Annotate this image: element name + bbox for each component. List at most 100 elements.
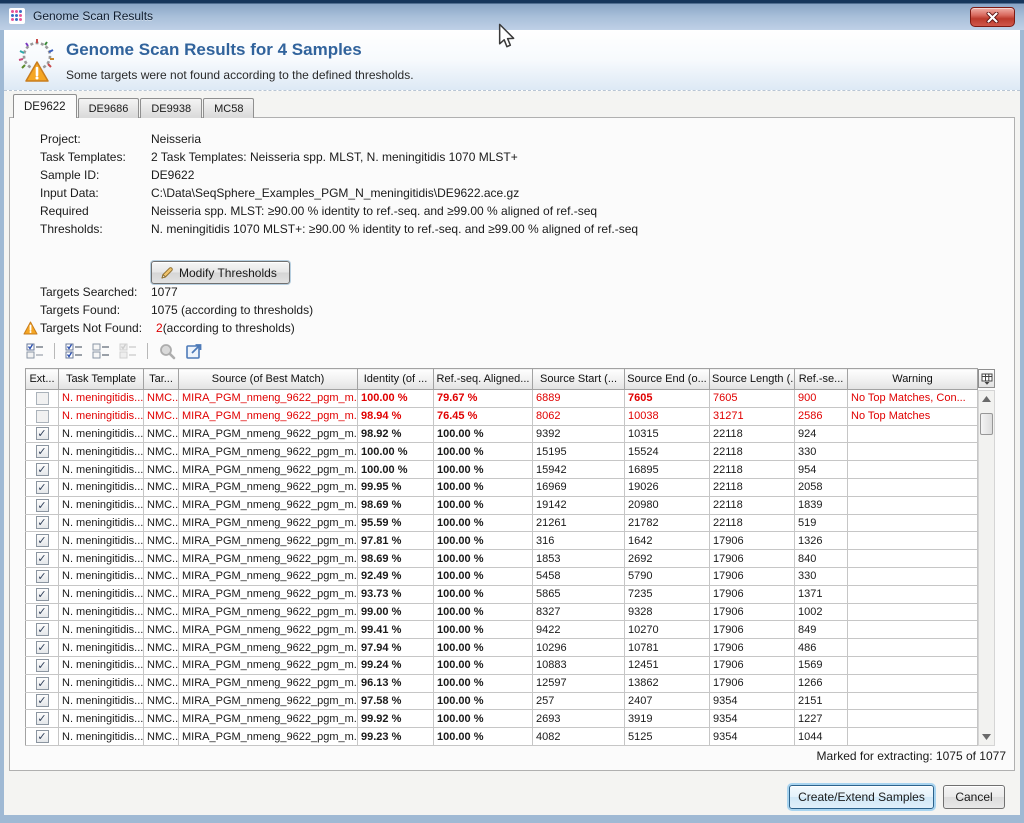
cell-identity: 100.00 % xyxy=(358,390,434,408)
cell-length: 22118 xyxy=(710,443,795,461)
col-header-target[interactable]: Tar... xyxy=(144,369,179,390)
table-row[interactable]: ✓N. meningitidis...NMC...MIRA_PGM_nmeng_… xyxy=(26,425,978,443)
table-row[interactable]: N. meningitidis...NMC...MIRA_PGM_nmeng_9… xyxy=(26,390,978,408)
extract-checkbox-checked[interactable]: ✓ xyxy=(36,677,49,690)
field-label: Project: xyxy=(40,130,151,148)
extract-checkbox-checked[interactable]: ✓ xyxy=(36,534,49,547)
warning-triangle-icon xyxy=(23,321,38,335)
col-header-source-start[interactable]: Source Start (... xyxy=(533,369,625,390)
table-row[interactable]: ✓N. meningitidis...NMC...MIRA_PGM_nmeng_… xyxy=(26,461,978,479)
table-row[interactable]: ✓N. meningitidis...NMC...MIRA_PGM_nmeng_… xyxy=(26,478,978,496)
table-row[interactable]: ✓N. meningitidis...NMC...MIRA_PGM_nmeng_… xyxy=(26,532,978,550)
page-subtitle: Some targets were not found according to… xyxy=(66,68,414,82)
cell-aligned: 100.00 % xyxy=(434,496,533,514)
extract-checkbox-checked[interactable]: ✓ xyxy=(36,623,49,636)
table-header-row: Ext... Task Template Tar... Source (of B… xyxy=(26,369,978,390)
cell-aligned: 100.00 % xyxy=(434,478,533,496)
cell-identity: 99.92 % xyxy=(358,710,434,728)
extract-checkbox-checked[interactable]: ✓ xyxy=(36,659,49,672)
field-label: Required Thresholds: xyxy=(40,202,151,220)
extract-checkbox-checked[interactable]: ✓ xyxy=(36,463,49,476)
col-header-identity[interactable]: Identity (of ... xyxy=(358,369,434,390)
extract-checkbox-checked[interactable]: ✓ xyxy=(36,694,49,707)
cell-source: MIRA_PGM_nmeng_9622_pgm_m... xyxy=(179,550,358,568)
extract-checkbox-checked[interactable]: ✓ xyxy=(36,445,49,458)
table-row[interactable]: ✓N. meningitidis...NMC...MIRA_PGM_nmeng_… xyxy=(26,496,978,514)
vertical-scrollbar[interactable] xyxy=(978,390,995,746)
col-header-task-template[interactable]: Task Template xyxy=(59,369,144,390)
extract-checkbox-checked[interactable]: ✓ xyxy=(36,481,49,494)
title-bar[interactable]: Genome Scan Results xyxy=(0,0,1024,30)
extract-checkbox-checked[interactable]: ✓ xyxy=(36,712,49,725)
extract-checkbox-checked[interactable]: ✓ xyxy=(36,570,49,583)
extract-checkbox-checked[interactable]: ✓ xyxy=(36,516,49,529)
column-config-button[interactable] xyxy=(978,369,995,388)
cell-warning xyxy=(848,425,978,443)
table-row[interactable]: ✓N. meningitidis...NMC...MIRA_PGM_nmeng_… xyxy=(26,621,978,639)
table-row[interactable]: ✓N. meningitidis...NMC...MIRA_PGM_nmeng_… xyxy=(26,728,978,746)
create-extend-samples-button[interactable]: Create/Extend Samples xyxy=(789,785,934,809)
threshold-value-1: Neisseria spp. MLST: ≥90.00 % identity t… xyxy=(151,202,597,220)
toolbar-separator xyxy=(147,343,148,359)
header-banner: Genome Scan Results for 4 Samples Some t… xyxy=(4,30,1020,91)
scroll-down-icon[interactable] xyxy=(981,733,992,741)
extract-checkbox-checked[interactable]: ✓ xyxy=(36,427,49,440)
mark-all-icon[interactable] xyxy=(63,340,85,362)
tab-mc58[interactable]: MC58 xyxy=(203,98,254,118)
threshold-value-2: N. meningitidis 1070 MLST+: ≥90.00 % ide… xyxy=(151,220,638,238)
extract-checkbox-unchecked[interactable] xyxy=(36,410,49,423)
cancel-button[interactable]: Cancel xyxy=(943,785,1005,809)
cell-aligned: 100.00 % xyxy=(434,728,533,746)
col-header-extract[interactable]: Ext... xyxy=(26,369,59,390)
table-row[interactable]: ✓N. meningitidis...NMC...MIRA_PGM_nmeng_… xyxy=(26,674,978,692)
col-header-source[interactable]: Source (of Best Match) xyxy=(179,369,358,390)
col-header-source-length[interactable]: Source Length (... xyxy=(710,369,795,390)
close-button[interactable] xyxy=(970,7,1015,27)
table-row[interactable]: ✓N. meningitidis...NMC...MIRA_PGM_nmeng_… xyxy=(26,567,978,585)
table-row[interactable]: ✓N. meningitidis...NMC...MIRA_PGM_nmeng_… xyxy=(26,656,978,674)
target-stats: Targets Searched:1077 Targets Found:1075… xyxy=(40,283,313,337)
cell-target: NMC... xyxy=(144,496,179,514)
table-row[interactable]: N. meningitidis...NMC...MIRA_PGM_nmeng_9… xyxy=(26,407,978,425)
scrollbar-thumb[interactable] xyxy=(980,413,993,435)
extract-checkbox-checked[interactable]: ✓ xyxy=(36,641,49,654)
extract-checkbox-checked[interactable]: ✓ xyxy=(36,552,49,565)
col-header-warning[interactable]: Warning xyxy=(848,369,978,390)
extract-checkbox-checked[interactable]: ✓ xyxy=(36,499,49,512)
tab-de9938[interactable]: DE9938 xyxy=(140,98,202,118)
cell-target: NMC... xyxy=(144,567,179,585)
cell-warning: No Top Matches, Con... xyxy=(848,390,978,408)
tab-de9622[interactable]: DE9622 xyxy=(13,94,77,118)
cell-target: NMC... xyxy=(144,461,179,479)
page-title: Genome Scan Results for 4 Samples xyxy=(66,40,362,60)
tab-de9686[interactable]: DE9686 xyxy=(78,98,140,118)
table-row[interactable]: ✓N. meningitidis...NMC...MIRA_PGM_nmeng_… xyxy=(26,443,978,461)
extract-checkbox-checked[interactable]: ✓ xyxy=(36,588,49,601)
extract-checkbox-checked[interactable]: ✓ xyxy=(36,605,49,618)
extract-checkbox-checked[interactable]: ✓ xyxy=(36,730,49,743)
table-row[interactable]: ✓N. meningitidis...NMC...MIRA_PGM_nmeng_… xyxy=(26,550,978,568)
cell-source: MIRA_PGM_nmeng_9622_pgm_m... xyxy=(179,567,358,585)
scroll-up-icon[interactable] xyxy=(981,395,992,403)
cell-start: 5458 xyxy=(533,567,625,585)
cell-length: 22118 xyxy=(710,478,795,496)
cell-length: 22118 xyxy=(710,514,795,532)
col-header-source-end[interactable]: Source End (o... xyxy=(625,369,710,390)
cell-source: MIRA_PGM_nmeng_9622_pgm_m... xyxy=(179,514,358,532)
table-row[interactable]: ✓N. meningitidis...NMC...MIRA_PGM_nmeng_… xyxy=(26,710,978,728)
export-icon[interactable] xyxy=(183,340,205,362)
unmark-all-icon[interactable] xyxy=(90,340,112,362)
col-header-refseq-aligned[interactable]: Ref.-seq. Aligned... xyxy=(434,369,533,390)
table-row[interactable]: ✓N. meningitidis...NMC...MIRA_PGM_nmeng_… xyxy=(26,692,978,710)
toggle-extract-mark-icon[interactable] xyxy=(24,340,46,362)
cell-warning xyxy=(848,496,978,514)
table-row[interactable]: ✓N. meningitidis...NMC...MIRA_PGM_nmeng_… xyxy=(26,514,978,532)
table-row[interactable]: ✓N. meningitidis...NMC...MIRA_PGM_nmeng_… xyxy=(26,639,978,657)
table-row[interactable]: ✓N. meningitidis...NMC...MIRA_PGM_nmeng_… xyxy=(26,603,978,621)
table-row[interactable]: ✓N. meningitidis...NMC...MIRA_PGM_nmeng_… xyxy=(26,585,978,603)
col-header-refseq[interactable]: Ref.-se... xyxy=(795,369,848,390)
invert-marks-icon xyxy=(117,340,139,362)
cell-identity: 96.13 % xyxy=(358,674,434,692)
extract-checkbox-unchecked[interactable] xyxy=(36,392,49,405)
modify-thresholds-button[interactable]: Modify Thresholds xyxy=(151,261,290,284)
